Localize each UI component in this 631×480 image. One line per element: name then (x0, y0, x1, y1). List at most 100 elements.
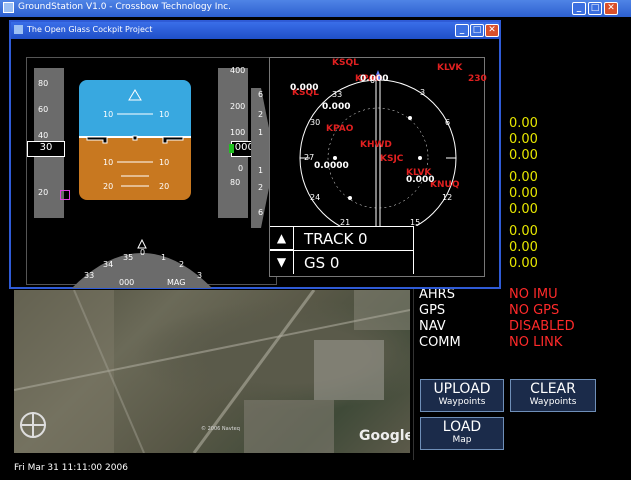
track-up-icon[interactable]: ▲ (270, 227, 294, 250)
timestamp: Fri Mar 31 11:11:00 2006 (14, 463, 128, 473)
gs-down-icon[interactable]: ▼ (270, 251, 294, 274)
status-label-gps: GPS (419, 303, 446, 318)
outer-window-title: GroundStation V1.0 - Crossbow Technology… (18, 2, 231, 12)
vsi-tick: 1 (258, 166, 264, 175)
cockpit-icon (14, 25, 23, 34)
compass-label: 33 (332, 90, 343, 99)
clear-label: CLEAR (530, 381, 576, 397)
clear-sublabel: Waypoints (529, 397, 577, 407)
speed-bug-icon (60, 190, 70, 200)
alt-tick: 100 (230, 128, 246, 137)
data-value: 0.00 (509, 148, 538, 163)
data-value: 0.00 (509, 202, 538, 217)
cockpit-window-title: The Open Glass Cockpit Project (27, 25, 153, 34)
heading-mode: MAG (167, 278, 186, 287)
waypoint-value: 230 (468, 74, 487, 84)
roll-mark: 34 (103, 260, 114, 269)
altitude-bug-icon (229, 144, 234, 153)
waypoint-value: 0.000 (322, 102, 351, 112)
roll-zero: 0 (140, 248, 146, 257)
waypoint-label[interactable]: KSJC (380, 154, 403, 164)
data-value: 0.00 (509, 240, 538, 255)
roll-mark: 2 (179, 260, 185, 269)
status-label-ahrs: AHRS (419, 287, 455, 302)
waypoint-value: 0.0000 (314, 161, 349, 171)
vsi-tick: 6 (258, 208, 264, 217)
speed-tick: 60 (38, 105, 49, 114)
compass-label: 27 (304, 153, 315, 162)
cockpit-title-bar: The Open Glass Cockpit Project _ □ ✕ (11, 22, 499, 39)
data-values-2: 0.00 0.00 0.00 (509, 170, 538, 218)
alt-tick: 400 (230, 66, 246, 75)
cockpit-close-button[interactable]: ✕ (485, 24, 499, 37)
upload-waypoints-button[interactable]: UPLOAD Waypoints (420, 379, 504, 412)
alt-tick: 80 (230, 178, 241, 187)
compass-label: 3 (420, 88, 426, 97)
speed-tick: 20 (38, 188, 49, 197)
roll-mark: 1 (161, 253, 167, 262)
roll-mark: 33 (84, 271, 95, 280)
speed-tick: 40 (38, 131, 49, 140)
status-label-comm: COMM (419, 335, 461, 350)
map-copyright: © 2006 Navteq (201, 426, 240, 432)
data-value: 0.00 (509, 132, 538, 147)
data-value: 0.00 (509, 186, 538, 201)
waypoint-label[interactable]: KSQL (332, 58, 359, 68)
google-logo: Google (359, 428, 410, 444)
speed-tick: 80 (38, 79, 49, 88)
alt-tick: 0 (238, 164, 244, 173)
upload-label: UPLOAD (433, 381, 491, 397)
maximize-button[interactable]: □ (588, 2, 602, 15)
waypoint-label[interactable]: KHWD (360, 140, 392, 150)
data-values-3: 0.00 0.00 0.00 (509, 224, 538, 272)
status-value-gps: NO GPS (509, 303, 560, 318)
primary-flight-display: 80 60 40 20 30 10 10 10 10 20 20 400 200… (26, 57, 277, 288)
data-value: 0.00 (509, 116, 538, 131)
vsi-tick: 2 (258, 110, 264, 119)
attitude-indicator: 10 10 10 10 20 20 (79, 80, 191, 200)
data-value: 0.00 (509, 224, 538, 239)
compass-label: 24 (310, 193, 321, 202)
close-button[interactable]: ✕ (604, 2, 618, 15)
status-value-nav: DISABLED (509, 319, 575, 334)
waypoint-value: 0.000 (360, 74, 389, 84)
data-values-1: 0.00 0.00 0.00 (509, 116, 538, 164)
load-map-button[interactable]: LOAD Map (420, 417, 504, 450)
vsi-tick: 6 (258, 90, 264, 99)
cockpit-window: The Open Glass Cockpit Project _ □ ✕ 80 … (9, 20, 501, 289)
waypoint-label[interactable]: KPAO (326, 124, 353, 134)
heading-arc (72, 238, 212, 288)
data-value: 0.00 (509, 256, 538, 271)
roll-mark: 35 (123, 253, 134, 262)
vsi-tick: 2 (258, 183, 264, 192)
data-value: 0.00 (509, 170, 538, 185)
clear-waypoints-button[interactable]: CLEAR Waypoints (510, 379, 596, 412)
cockpit-minimize-button[interactable]: _ (455, 24, 469, 37)
cockpit-maximize-button[interactable]: □ (470, 24, 484, 37)
satellite-map[interactable]: © 2006 Navteq Google (14, 290, 410, 453)
vertical-speed-indicator (251, 88, 269, 228)
compass-label: 6 (445, 118, 451, 127)
track-readout: TRACK 0 (304, 230, 368, 248)
status-labels: AHRS GPS NAV COMM (419, 287, 461, 351)
gs-readout: GS 0 (304, 254, 340, 272)
status-value-comm: NO LINK (509, 335, 563, 350)
track-gs-box: ▲ TRACK 0 ▼ GS 0 (270, 226, 414, 274)
compass-label: 12 (442, 193, 453, 202)
outer-title-bar: GroundStation V1.0 - Crossbow Technology… (0, 0, 631, 17)
alt-tick: 200 (230, 102, 246, 111)
compass-label: 30 (310, 118, 321, 127)
status-value-ahrs: NO IMU (509, 287, 558, 302)
minimize-button[interactable]: _ (572, 2, 586, 15)
vsi-tick: 1 (258, 128, 264, 137)
upload-sublabel: Waypoints (438, 397, 486, 407)
navigation-display: 0 3 6 12 15 21 24 27 30 33 KSQL KSQL KLV… (269, 57, 487, 277)
pan-control-icon[interactable] (20, 412, 46, 438)
waypoint-label[interactable]: KLVK (437, 63, 462, 73)
heading-readout: 000 (119, 278, 135, 287)
status-values: NO IMU NO GPS DISABLED NO LINK (509, 287, 575, 351)
speed-readout: 30 (27, 141, 65, 157)
waypoint-value: 0.000 (290, 83, 319, 93)
load-sublabel: Map (452, 435, 472, 445)
app-icon (3, 2, 14, 13)
